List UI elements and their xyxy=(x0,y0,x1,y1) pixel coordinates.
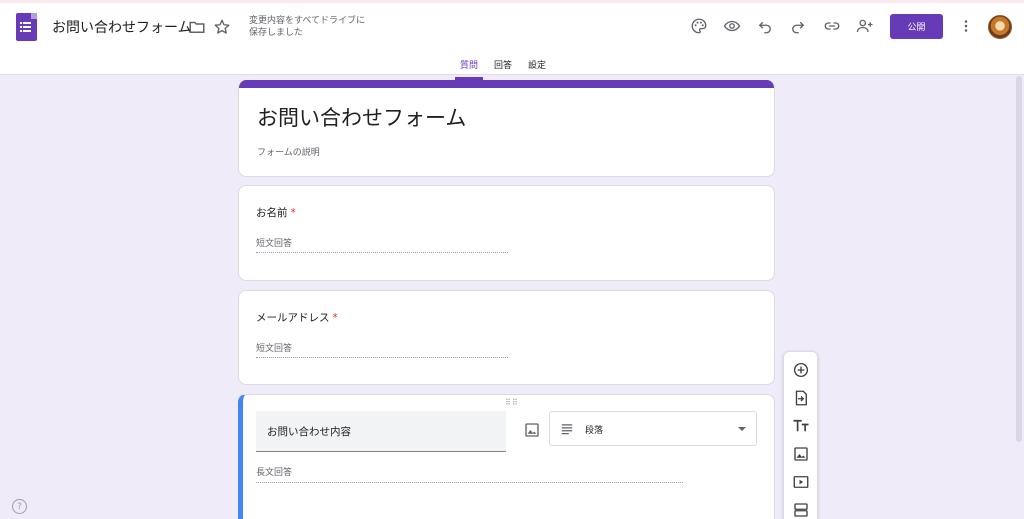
add-collaborator-icon[interactable] xyxy=(853,14,877,38)
add-video-icon[interactable] xyxy=(789,470,813,494)
required-mark: * xyxy=(290,207,296,219)
required-mark: * xyxy=(332,312,338,324)
scrollbar[interactable] xyxy=(1016,76,1022,442)
question-card-email[interactable]: メールアドレス * 短文回答 xyxy=(238,290,775,385)
long-answer-placeholder: 長文回答 xyxy=(256,465,683,483)
preview-icon[interactable] xyxy=(720,14,744,38)
star-icon[interactable] xyxy=(210,15,234,39)
app-header: お問い合わせフォーム 変更内容をすべてドライブに保存しました 公開 質問 回答 … xyxy=(0,3,1024,80)
publish-button[interactable]: 公開 xyxy=(890,14,943,39)
question-label: お名前 * xyxy=(256,207,296,219)
question-title-input[interactable]: お問い合わせ内容 xyxy=(256,411,506,452)
import-questions-icon[interactable] xyxy=(789,386,813,410)
question-card-name[interactable]: お名前 * 短文回答 xyxy=(238,185,775,281)
paragraph-icon xyxy=(560,421,574,440)
form-title-card[interactable]: お問い合わせフォーム フォームの説明 xyxy=(238,80,775,177)
tab-questions[interactable]: 質問 xyxy=(455,55,484,80)
link-icon[interactable] xyxy=(820,14,844,38)
undo-icon[interactable] xyxy=(753,14,777,38)
question-type-select[interactable]: 段落 xyxy=(549,411,757,446)
question-card-inquiry-active[interactable]: ⠿⠿ お問い合わせ内容 段落 長文回答 xyxy=(238,394,775,519)
question-label: メールアドレス * xyxy=(256,312,338,324)
help-icon[interactable]: ? xyxy=(12,499,27,514)
redo-icon[interactable] xyxy=(786,14,810,38)
short-answer-placeholder: 短文回答 xyxy=(256,341,508,358)
add-section-icon[interactable] xyxy=(789,498,813,519)
editor-tabs: 質問 回答 設定 xyxy=(455,55,557,80)
form-description-field[interactable]: フォームの説明 xyxy=(257,145,320,158)
folder-icon[interactable] xyxy=(185,15,209,39)
avatar[interactable] xyxy=(988,15,1012,39)
short-answer-placeholder: 短文回答 xyxy=(256,236,508,253)
tab-responses[interactable]: 回答 xyxy=(489,55,517,80)
add-question-icon[interactable] xyxy=(789,358,813,382)
save-status: 変更内容をすべてドライブに保存しました xyxy=(249,16,366,38)
forms-logo-icon[interactable] xyxy=(16,13,37,41)
question-type-label: 段落 xyxy=(585,426,604,436)
document-title[interactable]: お問い合わせフォーム xyxy=(52,17,192,37)
palette-icon[interactable] xyxy=(687,14,711,38)
tab-settings[interactable]: 設定 xyxy=(523,55,551,80)
side-toolbar xyxy=(783,351,818,519)
add-title-icon[interactable] xyxy=(789,414,813,438)
accent-bar xyxy=(239,80,774,88)
more-vert-icon[interactable] xyxy=(954,14,978,38)
form-title[interactable]: お問い合わせフォーム xyxy=(257,102,466,132)
chevron-down-icon xyxy=(738,427,746,431)
drag-handle-icon[interactable]: ⠿⠿ xyxy=(505,398,519,407)
add-image-icon[interactable] xyxy=(789,442,813,466)
add-image-icon[interactable] xyxy=(520,418,544,442)
